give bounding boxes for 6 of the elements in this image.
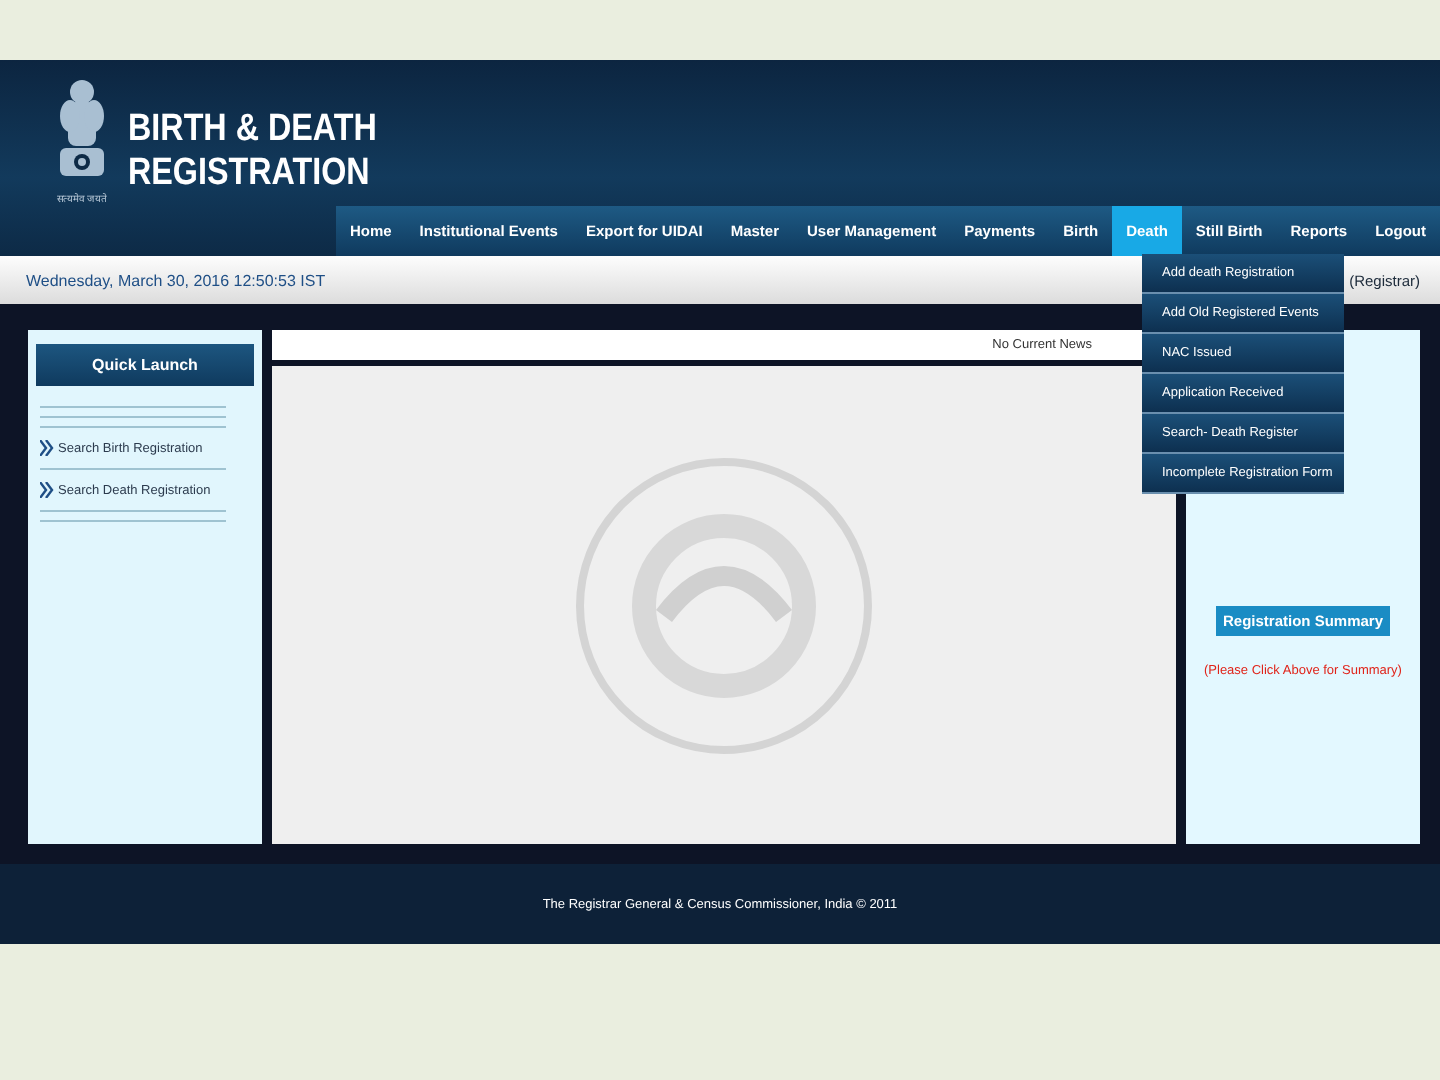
date-time: Wednesday, March 30, 2016 12:50:53 IST xyxy=(26,271,326,289)
site-title: REGISTRATION xyxy=(128,152,372,196)
double-chevron-icon xyxy=(40,482,54,498)
site-title: BIRTH & DEATH xyxy=(128,108,377,152)
double-chevron-icon xyxy=(40,440,54,456)
quick-launch-header: Quick Launch xyxy=(36,344,254,386)
